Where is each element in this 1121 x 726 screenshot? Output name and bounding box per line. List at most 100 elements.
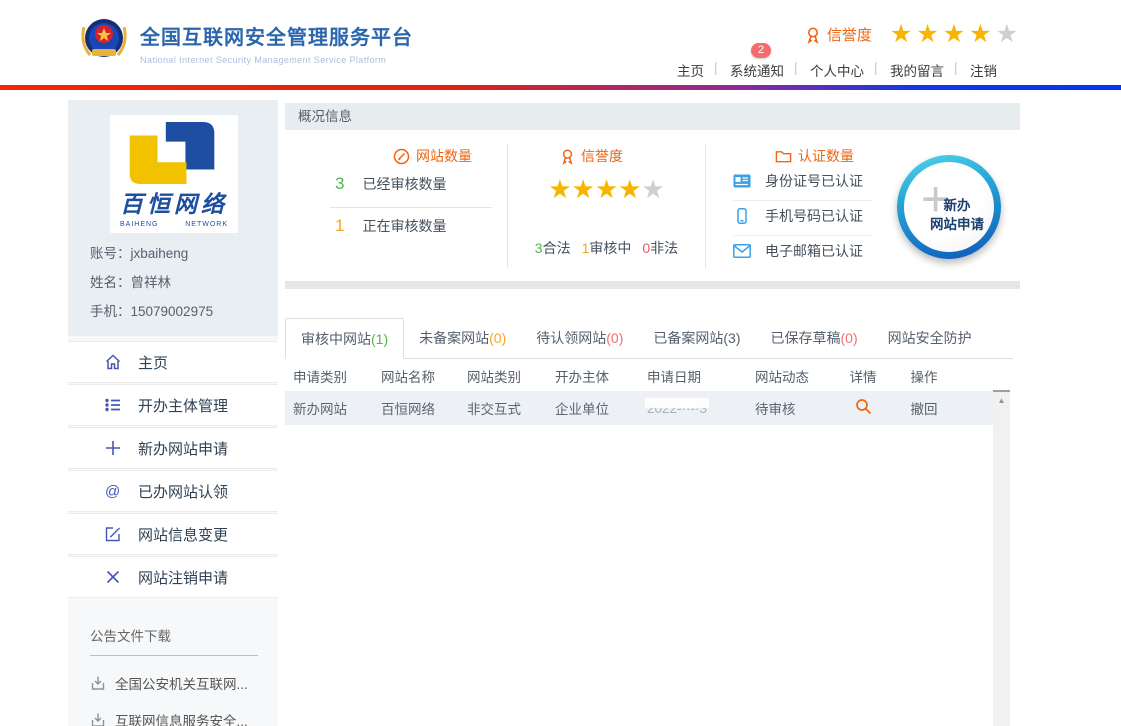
illegal-value: 0 xyxy=(642,240,650,256)
star-icon xyxy=(969,20,995,48)
nav-item-home[interactable]: 主页 xyxy=(664,60,717,80)
sidebar: 百恒网络 BAIHENG NETWORK 账号：jxbaiheng 姓名：曾祥林… xyxy=(68,100,278,726)
col-header-detail: 详情 xyxy=(837,366,889,386)
sidebar-item-label: 已办网站认领 xyxy=(138,481,228,502)
logo-en-right: NETWORK xyxy=(185,221,228,228)
in-review-value: 1 xyxy=(582,240,590,256)
nav-item-my-messages[interactable]: 我的留言 xyxy=(877,60,957,80)
tab-saved-drafts[interactable]: 已保存草稿(0) xyxy=(756,318,873,358)
site-count-title-wrap: 网站数量 xyxy=(393,146,472,166)
pen-circle-icon xyxy=(393,148,410,165)
tab-filed-sites[interactable]: 已备案网站(3) xyxy=(638,318,755,358)
sidebar-item-site-cancel-apply[interactable]: 网站注销申请 xyxy=(68,556,278,598)
cell-apply-type: 新办网站 xyxy=(293,398,381,418)
sidebar-item-site-info-change[interactable]: 网站信息变更 xyxy=(68,513,278,555)
in-review-stat: 1审核中 xyxy=(582,238,632,258)
tab-label: 待认领网站 xyxy=(536,328,606,348)
site-count-title: 网站数量 xyxy=(416,146,472,166)
list-icon xyxy=(104,396,122,414)
edit-icon xyxy=(104,525,122,543)
reviewed-count-value: 3 xyxy=(335,174,344,194)
new-site-apply-button[interactable]: + 新办 网站申请 xyxy=(897,155,1001,259)
reputation-stars xyxy=(890,22,1022,47)
cell-action: 撤回 xyxy=(889,398,959,418)
star-icon xyxy=(916,20,942,48)
reputation-title-wrap: 信誉度 xyxy=(560,146,623,166)
download-icon xyxy=(90,712,106,726)
cert-email-label: 电子邮箱已认证 xyxy=(765,241,863,261)
tab-label: 已备案网站 xyxy=(653,328,723,348)
reputation-label-wrap: 信誉度 xyxy=(805,24,872,45)
scroll-up-icon[interactable] xyxy=(993,392,1010,408)
download-link[interactable]: 全国公安机关互联网... xyxy=(90,673,278,693)
sidebar-item-claim-site[interactable]: @ 已办网站认领 xyxy=(68,470,278,512)
home-icon xyxy=(104,353,122,371)
id-card-icon xyxy=(733,174,751,188)
table-scrollbar[interactable] xyxy=(993,390,1010,726)
certification-title: 认证数量 xyxy=(798,146,854,166)
profile-card: 百恒网络 BAIHENG NETWORK 账号：jxbaiheng 姓名：曾祥林… xyxy=(68,100,278,336)
name-line: 姓名：曾祥林 xyxy=(90,271,278,291)
announcement-downloads: 公告文件下载 全国公安机关互联网... 互联网信息服务安全... xyxy=(68,599,278,726)
cert-email: 电子邮箱已认证 xyxy=(733,241,863,261)
legal-value: 3 xyxy=(535,240,543,256)
cert-id-card: 身份证号已认证 xyxy=(733,171,863,191)
nav-item-profile-center[interactable]: 个人中心 xyxy=(797,60,877,80)
at-icon: @ xyxy=(104,482,122,500)
sidebar-menu: 主页 开办主体管理 新办网站申请 @ 已办网站认领 xyxy=(68,341,278,598)
nav-item-label: 注销 xyxy=(970,64,997,79)
sidebar-item-label: 主页 xyxy=(138,352,168,373)
star-icon xyxy=(572,174,595,204)
cert-phone: 手机号码已认证 xyxy=(733,206,863,226)
nav-item-logout[interactable]: 注销 xyxy=(957,60,1010,80)
header: 全国互联网安全管理服务平台 National Internet Security… xyxy=(0,0,1121,85)
tab-in-review-sites[interactable]: 审核中网站(1) xyxy=(285,318,404,359)
sidebar-item-new-site-apply[interactable]: 新办网站申请 xyxy=(68,427,278,469)
legal-stat: 3合法 xyxy=(535,238,571,258)
star-icon xyxy=(890,20,916,48)
illegal-label: 非法 xyxy=(650,238,678,258)
nav-item-label: 我的留言 xyxy=(890,64,944,79)
cell-status: 待审核 xyxy=(755,398,837,418)
download-link[interactable]: 互联网信息服务安全... xyxy=(90,710,278,726)
reviewed-count-label: 已经审核数量 xyxy=(362,174,446,194)
divider xyxy=(733,235,873,236)
account-label: 账号： xyxy=(90,246,131,261)
overview-panel-title: 概况信息 xyxy=(285,103,1020,130)
download-link-label: 互联网信息服务安全... xyxy=(115,710,248,726)
col-header-site-name: 网站名称 xyxy=(381,366,467,386)
tab-count: (0) xyxy=(841,330,858,346)
overview-body: 网站数量 3 已经审核数量 1 正在审核数量 信誉度 xyxy=(285,130,1020,281)
sidebar-item-home[interactable]: 主页 xyxy=(68,341,278,383)
page-title: 全国互联网安全管理服务平台 xyxy=(140,21,413,50)
folder-icon xyxy=(775,149,792,164)
tab-label: 审核中网站 xyxy=(301,329,371,349)
withdraw-action[interactable]: 撤回 xyxy=(911,402,938,417)
divider xyxy=(330,207,492,208)
tab-site-security[interactable]: 网站安全防护 xyxy=(873,318,987,358)
in-review-label: 审核中 xyxy=(589,238,631,258)
account-line: 账号：jxbaiheng xyxy=(90,242,278,262)
divider xyxy=(705,144,706,268)
section-divider xyxy=(285,281,1020,289)
company-logo: 百恒网络 BAIHENG NETWORK xyxy=(110,115,238,233)
divider xyxy=(733,200,873,201)
phone-line: 手机：15079002975 xyxy=(90,300,278,320)
search-icon[interactable] xyxy=(855,398,872,415)
tab-to-claim-sites[interactable]: 待认领网站(0) xyxy=(521,318,638,358)
logo-en-left: BAIHENG xyxy=(120,221,159,228)
tab-unfiled-sites[interactable]: 未备案网站(0) xyxy=(404,318,521,358)
phone-label: 手机： xyxy=(90,304,131,319)
col-header-apply-type: 申请类别 xyxy=(293,366,381,386)
nav-item-label: 主页 xyxy=(677,64,704,79)
reviewing-count-row: 1 正在审核数量 xyxy=(335,216,503,236)
col-header-site-status: 网站动态 xyxy=(755,366,837,386)
cell-detail xyxy=(837,398,889,418)
sidebar-item-sponsor-management[interactable]: 开办主体管理 xyxy=(68,384,278,426)
medal-icon xyxy=(560,148,575,165)
download-icon xyxy=(90,675,106,691)
tab-label: 未备案网站 xyxy=(419,328,489,348)
download-link-label: 全国公安机关互联网... xyxy=(115,673,248,693)
header-gradient-divider xyxy=(0,85,1121,90)
nav-item-notifications[interactable]: 2 系统通知 xyxy=(717,60,797,80)
